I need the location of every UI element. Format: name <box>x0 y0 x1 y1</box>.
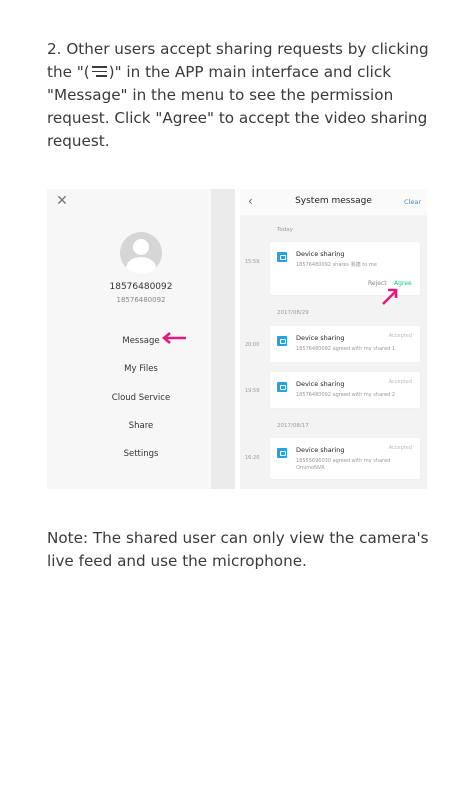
reject-button[interactable]: Reject <box>368 280 387 287</box>
menu-item-share[interactable]: Share <box>47 421 235 431</box>
pointer-arrow-icon <box>382 288 398 305</box>
menu-item-my-files[interactable]: My Files <box>47 364 235 374</box>
nav-bar: ‹ System message Clear <box>240 189 427 215</box>
clear-button[interactable]: Clear <box>404 198 421 206</box>
card-title: Device sharing <box>296 380 345 388</box>
system-message-screenshot: ‹ System message Clear Today 15:59 Devic… <box>240 189 427 489</box>
date-label: Today <box>277 227 293 233</box>
menu-icon <box>91 66 107 78</box>
device-icon <box>277 336 287 346</box>
menu-item-message[interactable]: Message <box>47 336 235 346</box>
message-card[interactable]: Device sharing Accepted 18576480092 agre… <box>270 372 420 408</box>
agree-button[interactable]: Agree <box>394 280 412 287</box>
time-label: 20:00 <box>245 342 260 348</box>
drawer-screenshot: ✕ 18576480092 18576480092 Message My Fil… <box>47 189 235 489</box>
time-label: 15:59 <box>245 259 260 265</box>
card-desc: 18555696030 agreed with my shared OmimoN… <box>296 458 391 471</box>
avatar[interactable] <box>120 232 162 274</box>
message-card[interactable]: Device sharing Accepted 18555696030 agre… <box>270 438 420 479</box>
device-icon <box>277 252 287 262</box>
device-icon <box>277 382 287 392</box>
page-title: System message <box>295 196 372 206</box>
date-label: 2017/08/17 <box>277 423 309 429</box>
device-icon <box>277 448 287 458</box>
message-card[interactable]: Device sharing Accepted 18576480092 agre… <box>270 326 420 362</box>
status-badge: Accepted <box>388 333 412 339</box>
card-desc: 18576480092 shares 我捷 to me <box>296 262 377 268</box>
instruction-text: 2. Other users accept sharing requests b… <box>47 38 432 153</box>
time-label: 16:20 <box>245 455 260 461</box>
user-id: 18576480092 <box>116 296 166 304</box>
menu-item-cloud-service[interactable]: Cloud Service <box>47 393 235 403</box>
date-label: 2017/08/29 <box>277 310 309 316</box>
card-title: Device sharing <box>296 446 345 454</box>
menu-item-settings[interactable]: Settings <box>47 449 235 459</box>
card-desc: 18576480092 agreed with my shared 1 <box>296 346 396 352</box>
note-text: Note: The shared user can only view the … <box>47 529 429 570</box>
status-badge: Accepted <box>388 379 412 385</box>
pointer-arrow-icon <box>161 332 186 344</box>
status-badge: Accepted <box>388 445 412 451</box>
time-label: 19:59 <box>245 388 260 394</box>
card-desc: 18576480092 agreed with my shared 2 <box>296 392 396 398</box>
card-title: Device sharing <box>296 334 345 342</box>
card-title: Device sharing <box>296 250 345 258</box>
user-name: 18576480092 <box>109 282 173 292</box>
close-icon[interactable]: ✕ <box>55 194 69 208</box>
